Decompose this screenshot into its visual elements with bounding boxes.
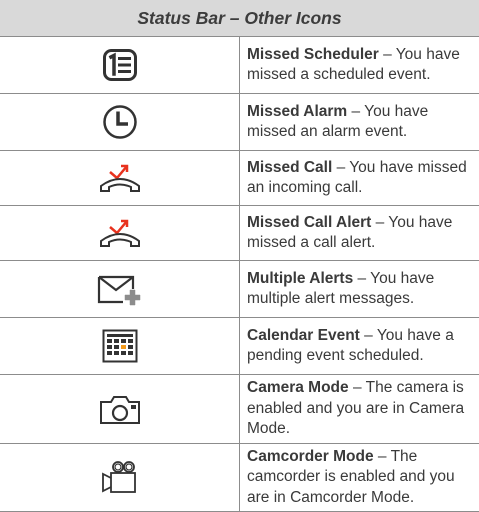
missed-scheduler-icon xyxy=(102,47,138,83)
table-row: Multiple Alerts – You have multiple aler… xyxy=(0,261,479,318)
calendar-event-icon xyxy=(102,328,138,364)
missed-alarm-icon xyxy=(102,104,138,140)
row-description: Missed Call Alert – You have missed a ca… xyxy=(240,206,479,261)
table-title: Status Bar – Other Icons xyxy=(0,0,479,37)
missed-call-alert-icon xyxy=(98,216,142,250)
table-row: Calendar Event – You have a pending even… xyxy=(0,318,479,375)
row-description: Missed Call – You have missed an incomin… xyxy=(240,151,479,206)
icon-cell xyxy=(0,37,240,94)
multiple-alerts-icon xyxy=(96,271,144,307)
status-icons-table: Status Bar – Other Icons Missed Schedule… xyxy=(0,0,479,512)
icon-cell xyxy=(0,318,240,375)
row-description: Camera Mode – The camera is enabled and … xyxy=(240,375,479,444)
table-row: Missed Scheduler – You have missed a sch… xyxy=(0,37,479,94)
row-sep: – xyxy=(332,159,349,176)
row-sep: – xyxy=(371,214,388,231)
row-sep: – xyxy=(379,46,396,63)
missed-call-icon xyxy=(98,161,142,195)
table-row: Missed Call Alert – You have missed a ca… xyxy=(0,206,479,261)
table-row: Missed Call – You have missed an incomin… xyxy=(0,151,479,206)
row-sep: – xyxy=(360,327,377,344)
row-description: Missed Alarm – You have missed an alarm … xyxy=(240,94,479,151)
icon-cell xyxy=(0,375,240,444)
icon-cell xyxy=(0,443,240,512)
icon-cell xyxy=(0,94,240,151)
row-sep: – xyxy=(349,379,366,396)
row-term: Missed Call xyxy=(247,159,332,176)
icon-cell xyxy=(0,151,240,206)
row-description: Camcorder Mode – The camcorder is enable… xyxy=(240,443,479,512)
row-sep: – xyxy=(353,270,370,287)
table-row: Camera Mode – The camera is enabled and … xyxy=(0,375,479,444)
table-row: Missed Alarm – You have missed an alarm … xyxy=(0,94,479,151)
row-term: Multiple Alerts xyxy=(247,270,353,287)
row-term: Missed Scheduler xyxy=(247,46,379,63)
row-term: Missed Alarm xyxy=(247,103,347,120)
camcorder-mode-icon xyxy=(98,459,142,495)
row-description: Multiple Alerts – You have multiple aler… xyxy=(240,261,479,318)
row-term: Missed Call Alert xyxy=(247,214,371,231)
row-description: Missed Scheduler – You have missed a sch… xyxy=(240,37,479,94)
row-description: Calendar Event – You have a pending even… xyxy=(240,318,479,375)
row-term: Calendar Event xyxy=(247,327,360,344)
row-term: Camera Mode xyxy=(247,379,349,396)
row-sep: – xyxy=(347,103,364,120)
row-term: Camcorder Mode xyxy=(247,448,374,465)
row-sep: – xyxy=(374,448,391,465)
table-row: Camcorder Mode – The camcorder is enable… xyxy=(0,443,479,512)
icon-cell xyxy=(0,261,240,318)
camera-mode-icon xyxy=(98,392,142,426)
icon-cell xyxy=(0,206,240,261)
